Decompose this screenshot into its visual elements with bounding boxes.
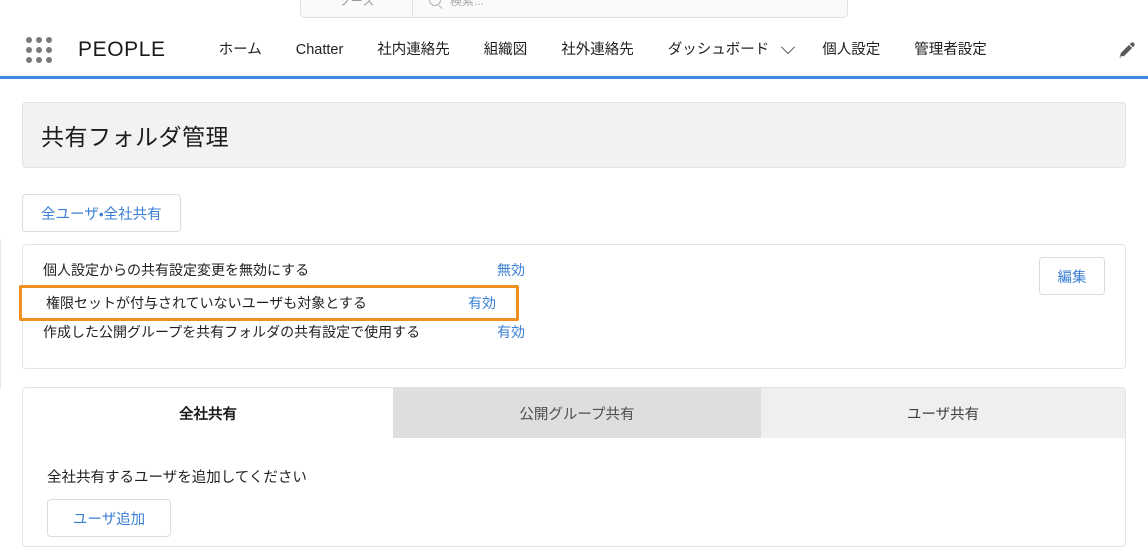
- nav-item-admin-settings[interactable]: 管理者設定: [897, 24, 1004, 76]
- app-navbar: PEOPLE ホーム Chatter 社内連絡先 組織図 社外連絡先 ダッシュボ…: [0, 24, 1148, 76]
- nav-item-dashboard-label: ダッシュボード: [667, 42, 770, 58]
- nav-item-dashboard[interactable]: ダッシュボード: [651, 24, 806, 76]
- nav-item-personal-settings[interactable]: 個人設定: [805, 24, 897, 76]
- search-icon: [429, 0, 441, 6]
- global-search-placeholder: 検索...: [450, 0, 485, 8]
- setting-label: 個人設定からの共有設定変更を無効にする: [43, 261, 310, 278]
- setting-value[interactable]: 有効: [468, 293, 496, 313]
- nav-item-org-chart[interactable]: 組織図: [467, 24, 545, 76]
- page-title: 共有フォルダ管理: [41, 124, 229, 150]
- tab-user-sharing[interactable]: ユーザ共有: [761, 388, 1125, 438]
- nav-item-home[interactable]: ホーム: [202, 24, 279, 76]
- setting-value[interactable]: 無効: [497, 260, 525, 280]
- settings-card: 個人設定からの共有設定変更を無効にする 無効 権限セットが付与されていないユーザ…: [19, 244, 1126, 369]
- edit-button[interactable]: 編集: [1039, 257, 1105, 295]
- panel-body: 全社共有するユーザを追加してください ユーザ追加: [23, 438, 1125, 537]
- tab-strip: 全社共有 公開グループ共有 ユーザ共有: [23, 388, 1125, 438]
- setting-label: 権限セットが付与されていないユーザも対象とする: [46, 295, 367, 311]
- nav-item-internal-contacts[interactable]: 社内連絡先: [360, 24, 467, 76]
- nav-item-chatter[interactable]: Chatter: [279, 24, 361, 76]
- page-content: 共有フォルダ管理 全ユーザ・全社共有 個人設定からの共有設定変更を無効にする 無…: [0, 79, 1148, 547]
- pencil-icon[interactable]: [1104, 24, 1148, 76]
- app-brand-title: PEOPLE: [78, 38, 166, 61]
- page-gutter-line: [0, 239, 1, 389]
- setting-row-highlighted: 権限セットが付与されていないユーザも対象とする 有効: [19, 285, 519, 321]
- search-scope-fragment[interactable]: ソース: [301, 0, 413, 17]
- nav-item-external-contacts[interactable]: 社外連絡先: [544, 24, 651, 76]
- setting-value[interactable]: 有効: [497, 322, 525, 342]
- scope-filter-button[interactable]: 全ユーザ・全社共有: [22, 194, 181, 232]
- setting-label: 作成した公開グループを共有フォルダの共有設定で使用する: [43, 323, 421, 340]
- nav-items: ホーム Chatter 社内連絡先 組織図 社外連絡先 ダッシュボード 個人設定…: [202, 24, 1004, 76]
- panel-prompt: 全社共有するユーザを追加してください: [47, 470, 307, 486]
- global-search-strip[interactable]: ソース 検索...: [300, 0, 848, 18]
- add-user-button[interactable]: ユーザ追加: [47, 499, 171, 537]
- app-launcher-grid-icon[interactable]: [22, 37, 56, 63]
- tab-company-wide-sharing[interactable]: 全社共有: [23, 388, 393, 438]
- tab-public-group-sharing[interactable]: 公開グループ共有: [393, 388, 761, 438]
- page-title-bar: 共有フォルダ管理: [22, 102, 1126, 168]
- global-search-input[interactable]: 検索...: [413, 0, 847, 17]
- sharing-panel: 全社共有 公開グループ共有 ユーザ共有 全社共有するユーザを追加してください ユ…: [22, 387, 1126, 547]
- setting-row: 個人設定からの共有設定変更を無効にする 無効: [23, 254, 543, 285]
- chevron-down-icon[interactable]: [781, 40, 796, 55]
